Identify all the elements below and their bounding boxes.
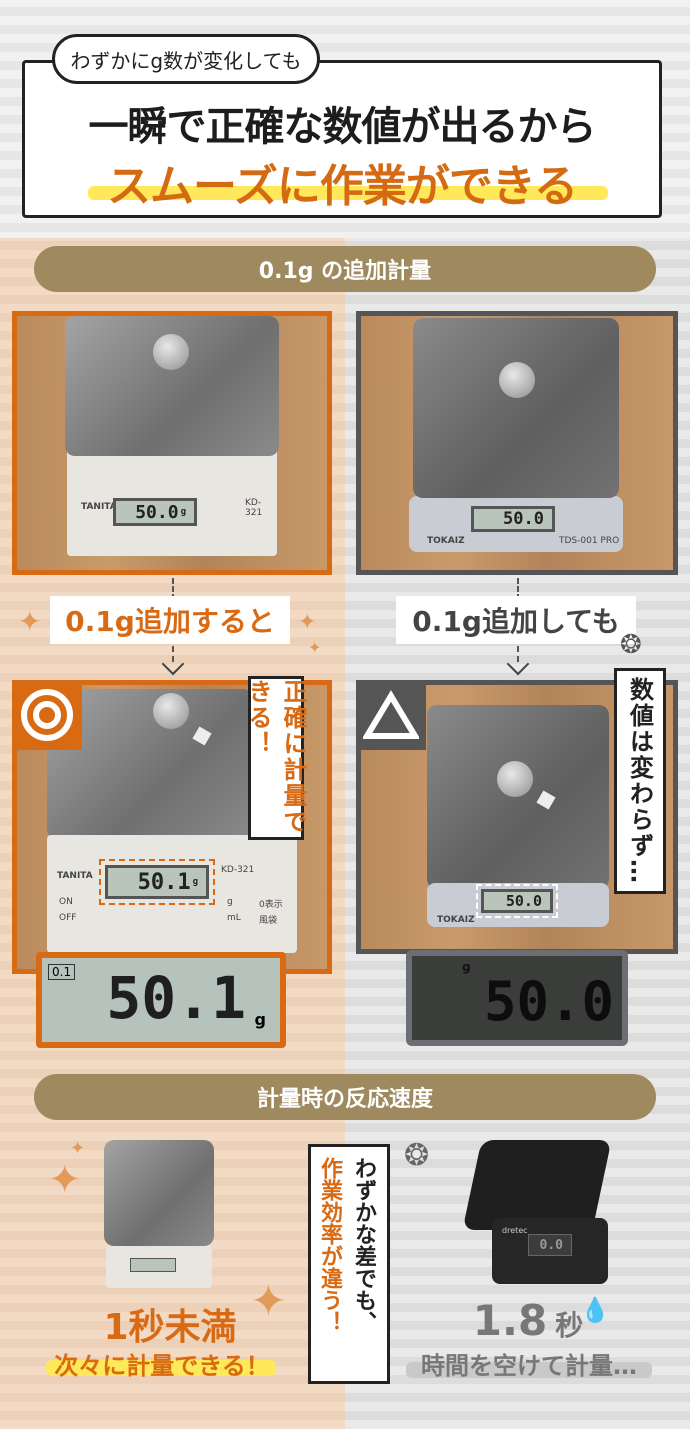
tanita-on-label: ON: [59, 897, 73, 907]
rating-badge-left: [12, 680, 82, 750]
calibration-weight: [499, 362, 535, 398]
right-before-photo: 50.0 TOKAIZ TDS-001 PRO: [356, 311, 678, 575]
right-zoom-display: g 50.0: [406, 950, 628, 1046]
tanita-tare-label: 風袋: [259, 916, 278, 926]
center-note-line-b: 作業効率が違う！: [317, 1157, 342, 1333]
section-title-additional-weighing: 0.1g の追加計量: [34, 246, 656, 292]
scribble-icon: ❂: [620, 630, 642, 660]
tokaiz-display-after: 50.0: [476, 884, 558, 918]
scribble-icon: ❂: [404, 1138, 430, 1173]
header-subtitle: スムーズに作業ができる: [107, 161, 578, 212]
sparkle-icon: ✦: [18, 605, 42, 638]
tanita-weighing-plate: [104, 1140, 214, 1246]
right-note-box: 数値は変わらず…: [614, 668, 666, 894]
tokaiz-display-before: 50.0: [471, 506, 555, 532]
sparkle-icon: ✦: [308, 638, 322, 657]
triangle-icon: [363, 690, 419, 739]
right-caption: 0.1g追加しても: [396, 596, 636, 644]
tokaiz-scale-body: 50.0 TOKAIZ: [427, 883, 609, 927]
tanita-model: KD-321: [245, 498, 263, 518]
dretec-plate: [462, 1140, 612, 1230]
tanita-scale-body: TANITA 50.1 g KD-321 ON OFF g mL 0表示 風袋: [47, 835, 297, 953]
calibration-weight: [497, 761, 533, 797]
center-note-box: わずかな差でも、 作業効率が違う！: [308, 1144, 390, 1384]
zoom-value: 50.0: [483, 970, 614, 1033]
tanita-display-before: 50.0 g: [113, 498, 197, 526]
header-title: 一瞬で正確な数値が出るから: [88, 104, 597, 150]
left-zoom-display: 0.1 50.1 g: [36, 952, 286, 1048]
zoom-value: 50.1: [106, 964, 246, 1032]
right-speed-time: 1.8 秒: [458, 1296, 598, 1345]
rating-badge-right: [356, 680, 426, 750]
section-title-response-speed: 計量時の反応速度: [34, 1074, 656, 1120]
sparkle-icon: ✦: [48, 1157, 82, 1203]
dretec-brand: dretec: [502, 1226, 528, 1235]
tokaiz-weighing-plate: [427, 705, 609, 889]
display-unit: g: [192, 877, 198, 887]
tanita-brand: TANITA: [57, 871, 93, 881]
tanita-display-small: [130, 1258, 176, 1272]
sparkle-icon: ✦: [70, 1138, 86, 1159]
tanita-model: KD-321: [221, 865, 255, 875]
tanita-scale-body: [106, 1246, 212, 1288]
left-speed-sub: 次々に計量できる！: [54, 1352, 270, 1380]
left-note-box: 正確に計量できる！: [244, 676, 307, 840]
zoom-lcd: 0.1 50.1 g: [42, 958, 280, 1042]
tokaiz-brand: TOKAIZ: [427, 536, 465, 546]
dretec-body: dretec 0.0: [492, 1218, 608, 1284]
tokaiz-brand: TOKAIZ: [437, 915, 475, 925]
left-before-photo: TANITA KD-321 50.0 g: [12, 311, 332, 575]
right-speed-value: 1.8: [472, 1296, 548, 1345]
left-caption: 0.1g追加すると: [50, 596, 290, 644]
left-speed-time: 1秒未満: [103, 1307, 237, 1348]
zoom-tag: 0.1: [48, 964, 76, 980]
tanita-zero-label: 0表示: [259, 900, 283, 910]
tanita-scale-small: [104, 1140, 214, 1288]
center-note-line-a: わずかな差でも、: [351, 1157, 376, 1333]
tanita-ml-label: mL: [227, 913, 241, 923]
dretec-scale: dretec 0.0: [462, 1140, 612, 1288]
tokaiz-weighing-plate: [413, 318, 619, 498]
zoom-unit: g: [462, 960, 471, 974]
tanita-brand: TANITA: [81, 502, 117, 512]
right-speed-unit: 秒: [555, 1309, 584, 1342]
header-bubble: わずかにg数が変化しても: [52, 34, 320, 84]
zoom-lcd: g 50.0: [412, 956, 622, 1040]
tokaiz-model: TDS-001 PRO: [559, 536, 620, 546]
sparkle-icon: ✦: [298, 610, 317, 635]
double-circle-icon: [21, 689, 73, 741]
zoom-unit: g: [254, 1010, 266, 1029]
display-value: 50.0: [135, 501, 179, 523]
tanita-off-label: OFF: [59, 913, 77, 923]
display-value: 50.1: [137, 869, 191, 895]
tanita-scale-body: TANITA KD-321 50.0 g: [67, 446, 277, 556]
dretec-display: 0.0: [528, 1234, 572, 1256]
display-unit: g: [180, 507, 186, 517]
tanita-display-after: 50.1 g: [99, 859, 215, 905]
right-speed-sub: 時間を空けて計量…: [421, 1352, 637, 1380]
calibration-weight: [153, 693, 189, 729]
calibration-weight: [153, 334, 189, 370]
tokaiz-scale-body: 50.0 TOKAIZ TDS-001 PRO: [409, 496, 623, 552]
tanita-g-label: g: [227, 897, 233, 907]
